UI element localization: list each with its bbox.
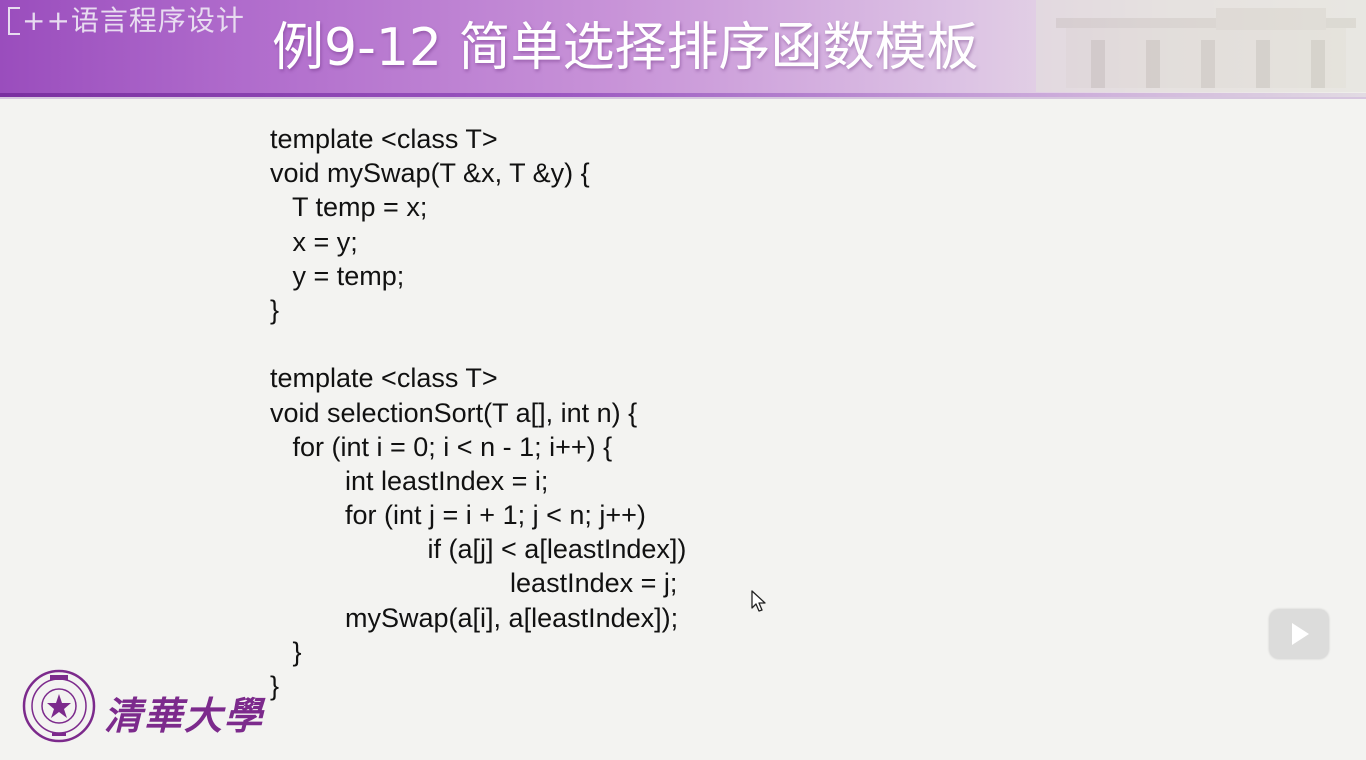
slide-header: ++语言程序设计 例9-12 简单选择排序函数模板	[0, 0, 1366, 93]
code-line: for (int j = i + 1; j < n; j++)	[270, 500, 646, 531]
code-block: template <class T> void mySwap(T &x, T &…	[270, 122, 686, 703]
code-line: x = y;	[270, 226, 358, 257]
code-line: void mySwap(T &x, T &y) {	[270, 158, 590, 189]
university-seal-icon	[22, 669, 96, 743]
code-line: }	[270, 671, 280, 701]
bracket-icon	[8, 7, 20, 35]
code-line: int leastIndex = i;	[270, 465, 549, 496]
code-line: y = temp;	[270, 260, 405, 291]
course-tag: ++语言程序设计	[8, 4, 245, 38]
code-line: mySwap(a[i], a[leastIndex]);	[270, 602, 679, 633]
header-underline	[0, 97, 1366, 99]
code-line: T temp = x;	[270, 192, 428, 223]
course-tag-label: ++语言程序设计	[22, 4, 245, 37]
code-line: }	[270, 636, 302, 667]
mouse-pointer-icon	[751, 590, 766, 612]
code-line: if (a[j] < a[leastIndex])	[270, 534, 687, 565]
code-line: template <class T>	[270, 124, 498, 154]
code-line: void selectionSort(T a[], int n) {	[270, 397, 638, 428]
code-line: template <class T>	[270, 363, 498, 394]
code-line: for (int i = 0; i < n - 1; i++) {	[270, 431, 613, 462]
slide-title: 例9-12 简单选择排序函数模板	[272, 18, 979, 78]
play-button[interactable]	[1269, 609, 1329, 659]
play-icon	[1292, 623, 1309, 645]
code-line: leastIndex = j;	[270, 568, 678, 599]
building-photo	[1036, 0, 1366, 92]
code-line: }	[270, 294, 280, 325]
university-logo-text: 清華大學	[104, 693, 265, 738]
